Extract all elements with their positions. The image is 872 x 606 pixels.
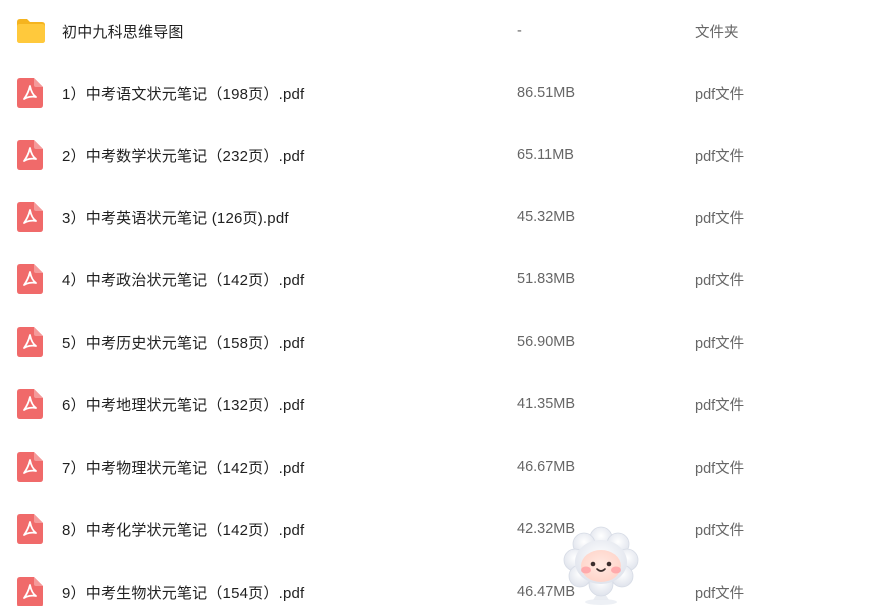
file-name: 6）中考地理状元笔记（132页）.pdf xyxy=(62,396,305,414)
file-name: 2）中考数学状元笔记（232页）.pdf xyxy=(62,147,305,165)
file-type: pdf文件 xyxy=(695,272,745,289)
file-size: 41.35MB xyxy=(517,396,576,412)
file-type: pdf文件 xyxy=(695,335,745,352)
file-size: 51.83MB xyxy=(517,271,576,287)
list-item[interactable]: 9）中考生物状元笔记（154页）.pdf 46.47MB pdf文件 xyxy=(0,561,872,606)
file-size: 45.32MB xyxy=(517,209,576,225)
list-item[interactable]: 8）中考化学状元笔记（142页）.pdf 42.32MB pdf文件 xyxy=(0,498,872,560)
file-size: 56.90MB xyxy=(517,334,576,350)
file-name: 4）中考政治状元笔记（142页）.pdf xyxy=(62,271,305,289)
pdf-icon xyxy=(16,264,44,294)
list-item[interactable]: 7）中考物理状元笔记（142页）.pdf 46.67MB pdf文件 xyxy=(0,436,872,498)
file-size: 46.67MB xyxy=(517,459,576,475)
file-type: pdf文件 xyxy=(695,397,745,414)
list-item[interactable]: 4）中考政治状元笔记（142页）.pdf 51.83MB pdf文件 xyxy=(0,248,872,310)
pdf-icon xyxy=(16,389,44,419)
pdf-icon xyxy=(16,452,44,482)
pdf-icon xyxy=(16,202,44,232)
file-name: 5）中考历史状元笔记（158页）.pdf xyxy=(62,334,305,352)
file-type: pdf文件 xyxy=(695,522,745,539)
cloud-mascot-icon[interactable] xyxy=(560,524,642,606)
list-item[interactable]: 5）中考历史状元笔记（158页）.pdf 56.90MB pdf文件 xyxy=(0,311,872,373)
list-item[interactable]: 2）中考数学状元笔记（232页）.pdf 65.11MB pdf文件 xyxy=(0,124,872,186)
list-item[interactable]: 6）中考地理状元笔记（132页）.pdf 41.35MB pdf文件 xyxy=(0,373,872,435)
file-type: pdf文件 xyxy=(695,460,745,477)
list-item[interactable]: 初中九科思维导图 - 文件夹 xyxy=(0,0,872,62)
pdf-icon xyxy=(16,327,44,357)
file-name: 9）中考生物状元笔记（154页）.pdf xyxy=(62,584,305,602)
folder-icon xyxy=(16,16,45,46)
file-type: pdf文件 xyxy=(695,210,745,227)
list-item[interactable]: 3）中考英语状元笔记 (126页).pdf 45.32MB pdf文件 xyxy=(0,186,872,248)
file-type: 文件夹 xyxy=(695,24,739,41)
file-name: 初中九科思维导图 xyxy=(62,23,184,41)
pdf-icon xyxy=(16,577,44,606)
file-list: 初中九科思维导图 - 文件夹 1）中考语文状元笔记（198页）.pdf 86.5… xyxy=(0,0,872,606)
file-type: pdf文件 xyxy=(695,86,745,103)
file-size: - xyxy=(517,23,522,39)
file-name: 3）中考英语状元笔记 (126页).pdf xyxy=(62,209,289,227)
pdf-icon xyxy=(16,514,44,544)
file-name: 1）中考语文状元笔记（198页）.pdf xyxy=(62,85,305,103)
file-size: 65.11MB xyxy=(517,147,574,163)
file-size: 86.51MB xyxy=(517,85,576,101)
pdf-icon xyxy=(16,140,44,170)
file-type: pdf文件 xyxy=(695,585,745,602)
file-type: pdf文件 xyxy=(695,148,745,165)
list-item[interactable]: 1）中考语文状元笔记（198页）.pdf 86.51MB pdf文件 xyxy=(0,62,872,124)
pdf-icon xyxy=(16,78,44,108)
file-name: 7）中考物理状元笔记（142页）.pdf xyxy=(62,459,305,477)
file-name: 8）中考化学状元笔记（142页）.pdf xyxy=(62,521,305,539)
